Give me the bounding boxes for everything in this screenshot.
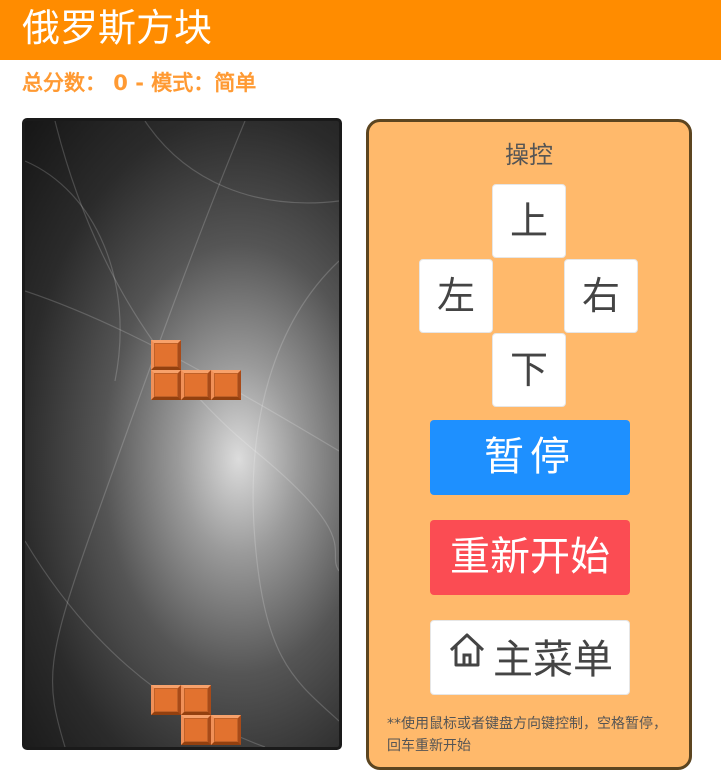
tetromino-block — [211, 715, 241, 745]
tetromino-block — [151, 370, 181, 400]
control-panel-title: 操控 — [505, 141, 553, 169]
tetromino-block — [181, 715, 211, 745]
control-panel: 操控 上 左 右 下 暂停 重新开始 主菜单 **使用鼠标或者键盘方向键控制，空… — [366, 119, 692, 770]
main-menu-label: 主菜单 — [493, 636, 613, 683]
restart-button[interactable]: 重新开始 — [430, 520, 630, 595]
left-button[interactable]: 左 — [419, 259, 493, 333]
main-menu-button[interactable]: 主菜单 — [430, 620, 630, 695]
tetromino-block — [211, 370, 241, 400]
pause-button[interactable]: 暂停 — [430, 420, 630, 495]
app-title: 俄罗斯方块 — [22, 6, 213, 50]
tetromino-block — [181, 370, 211, 400]
up-button[interactable]: 上 — [492, 184, 566, 258]
top-bar: 俄罗斯方块 — [0, 0, 721, 60]
tetromino-block — [151, 340, 181, 370]
board-background-curves — [25, 121, 339, 747]
tetromino-block — [181, 685, 211, 715]
game-board[interactable] — [22, 118, 342, 750]
tetromino-block — [151, 685, 181, 715]
right-button[interactable]: 右 — [564, 259, 638, 333]
down-button[interactable]: 下 — [492, 333, 566, 407]
controls-hint: **使用鼠标或者键盘方向键控制，空格暂停，回车重新开始 — [387, 716, 667, 754]
home-icon — [447, 620, 487, 695]
score-mode-status: 总分数： 0 - 模式：简单 — [22, 71, 257, 95]
